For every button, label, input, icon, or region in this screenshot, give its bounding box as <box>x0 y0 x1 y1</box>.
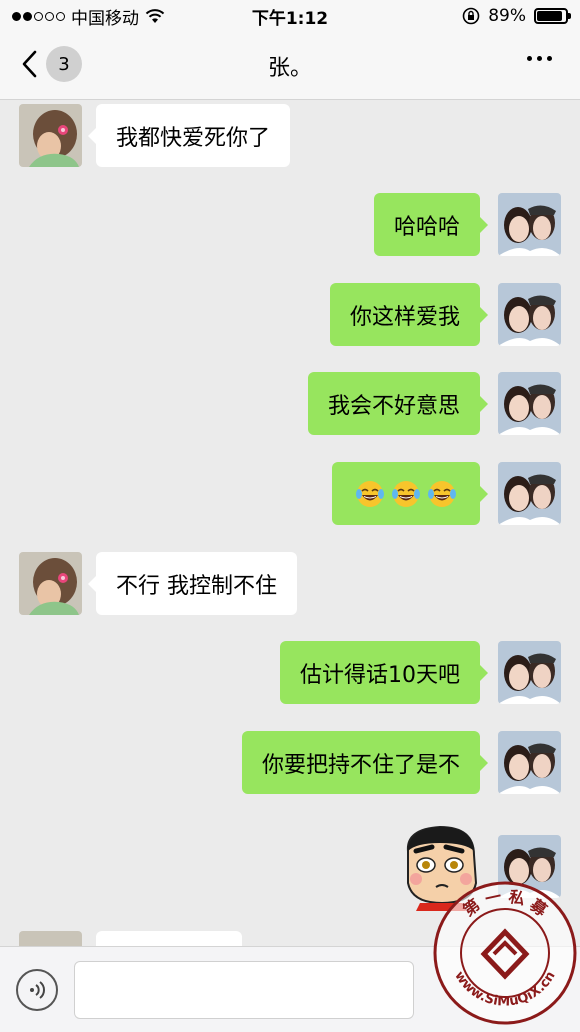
status-time: 下午1:12 <box>251 8 329 29</box>
my-avatar[interactable] <box>498 283 561 346</box>
watermark-seal: 第 一 私 募 www.SiMuQiX.cn <box>433 881 577 1025</box>
my-avatar[interactable] <box>498 641 561 704</box>
message-sent <box>332 462 561 525</box>
message-bubble[interactable] <box>96 931 242 946</box>
battery-percent: 89% <box>488 6 526 26</box>
laughing-crying-emoji <box>356 480 384 507</box>
status-bar: 中国移动 下午1:12 89% <box>0 0 580 32</box>
laughing-crying-emoji <box>392 480 420 507</box>
back-button[interactable]: 3 <box>20 46 82 82</box>
message-sent: 你要把持不住了是不 <box>241 731 561 794</box>
carrier-name: 中国移动 <box>71 8 139 29</box>
battery-icon <box>534 8 571 24</box>
message-bubble[interactable]: 不行 我控制不住 <box>88 552 297 615</box>
my-avatar[interactable] <box>498 462 561 525</box>
rotation-lock-icon <box>462 7 480 25</box>
unread-count-badge: 3 <box>46 46 82 82</box>
chat-title: 张。 <box>267 55 312 81</box>
message-received-partial <box>19 931 242 946</box>
message-bubble[interactable]: 你这样爱我 <box>329 283 489 346</box>
chat-header: 3 张。 <box>0 32 580 100</box>
message-sent: 哈哈哈 <box>373 193 561 256</box>
chevron-left-icon <box>22 50 37 78</box>
message-bubble[interactable]: 你要把持不住了是不 <box>241 731 489 794</box>
status-left: 中国移动 <box>12 4 212 29</box>
more-dots-icon[interactable] <box>527 56 552 61</box>
contact-avatar[interactable] <box>19 104 82 167</box>
wifi-icon <box>145 9 165 23</box>
message-sent: 你这样爱我 <box>329 283 561 346</box>
laughing-crying-emoji <box>428 480 456 507</box>
message-bubble[interactable] <box>332 462 488 525</box>
message-bubble[interactable]: 我会不好意思 <box>307 372 489 435</box>
voice-icon[interactable] <box>16 969 58 1011</box>
contact-avatar[interactable] <box>19 931 82 946</box>
contact-avatar[interactable] <box>19 552 82 615</box>
my-avatar[interactable] <box>498 731 561 794</box>
message-bubble[interactable]: 我都快爱死你了 <box>87 104 291 167</box>
message-received: 我都快爱死你了 <box>19 104 291 167</box>
my-avatar[interactable] <box>498 193 561 256</box>
message-sent: 我会不好意思 <box>307 372 561 435</box>
my-avatar[interactable] <box>498 372 561 435</box>
status-right: 89% <box>368 6 571 26</box>
message-sent: 估计得话10天吧 <box>280 641 561 704</box>
message-list[interactable]: 我都快爱死你了 哈哈哈 你这样爱我 我会不好意思 不行 我控制不住 估计得话10… <box>0 100 580 946</box>
signal-strength-icon <box>12 11 65 21</box>
message-input[interactable] <box>74 961 414 1019</box>
message-bubble[interactable]: 哈哈哈 <box>373 193 489 256</box>
message-received: 不行 我控制不住 <box>19 552 297 615</box>
message-bubble[interactable]: 估计得话10天吧 <box>280 641 488 704</box>
